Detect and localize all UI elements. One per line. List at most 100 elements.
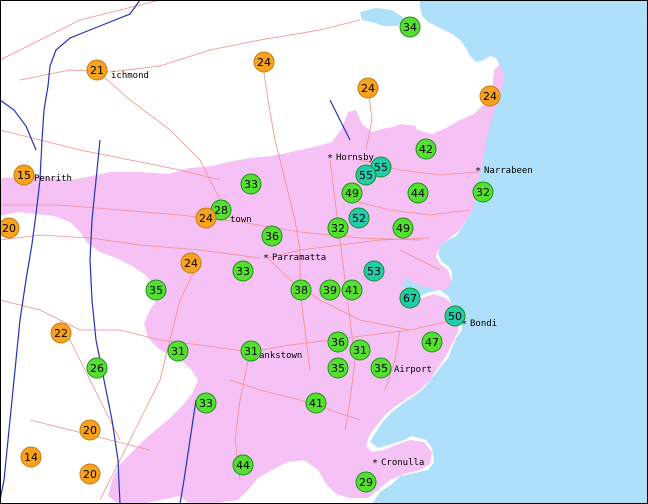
- reading-value: 35: [149, 284, 163, 297]
- reading-value: 28: [214, 204, 228, 217]
- reading-value: 52: [352, 212, 366, 225]
- reading-value: 55: [374, 161, 388, 174]
- reading-marker[interactable]: 36: [327, 331, 349, 353]
- reading-marker[interactable]: 34: [399, 16, 421, 38]
- reading-value: 24: [361, 82, 375, 95]
- reading-marker[interactable]: 33: [232, 260, 254, 282]
- reading-marker[interactable]: 36: [261, 225, 283, 247]
- reading-value: 50: [448, 310, 462, 323]
- reading-value: 20: [83, 424, 97, 437]
- reading-value: 20: [2, 222, 16, 235]
- reading-marker[interactable]: 24: [180, 252, 202, 274]
- reading-value: 44: [411, 187, 425, 200]
- reading-marker[interactable]: 32: [327, 217, 349, 239]
- reading-value: 36: [265, 230, 279, 243]
- reading-value: 24: [184, 257, 198, 270]
- reading-marker[interactable]: 35: [327, 357, 349, 379]
- reading-value: 41: [345, 284, 359, 297]
- reading-marker[interactable]: 22: [50, 322, 72, 344]
- reading-value: 32: [331, 222, 345, 235]
- place-label-penrith: Penrith: [34, 174, 72, 184]
- reading-marker[interactable]: 49: [341, 182, 363, 204]
- reading-marker[interactable]: 29: [355, 471, 377, 493]
- reading-marker[interactable]: 49: [392, 217, 414, 239]
- reading-marker[interactable]: 24: [253, 51, 275, 73]
- reading-value: 53: [367, 265, 381, 278]
- reading-value: 29: [359, 476, 373, 489]
- reading-marker[interactable]: 32: [472, 181, 494, 203]
- reading-value: 36: [331, 336, 345, 349]
- reading-marker[interactable]: 33: [195, 392, 217, 414]
- reading-value: 21: [90, 64, 104, 77]
- reading-value: 41: [309, 397, 323, 410]
- air-quality-map: ichmond Penrith town * Parramatta * Horn…: [0, 0, 648, 504]
- reading-value: 35: [331, 362, 345, 375]
- reading-marker[interactable]: 24: [479, 85, 501, 107]
- reading-value: 42: [419, 143, 433, 156]
- place-label-bankstown: ankstown: [259, 351, 302, 361]
- reading-marker[interactable]: 38: [290, 279, 312, 301]
- place-label-narrabeen: Narrabeen: [484, 166, 533, 176]
- reading-value: 39: [323, 284, 337, 297]
- reading-value: 44: [236, 459, 250, 472]
- reading-marker[interactable]: 31: [240, 340, 262, 362]
- reading-marker[interactable]: 47: [421, 331, 443, 353]
- reading-value: 49: [345, 187, 359, 200]
- place-label-hornsby: Hornsby: [336, 153, 375, 163]
- place-marker-cronulla: *: [372, 458, 378, 469]
- place-label-bondi: Bondi: [470, 319, 497, 329]
- reading-marker[interactable]: 26: [86, 357, 108, 379]
- reading-marker[interactable]: 14: [20, 446, 42, 468]
- reading-value: 38: [294, 284, 308, 297]
- reading-marker[interactable]: 20: [0, 217, 20, 239]
- reading-value: 33: [236, 265, 250, 278]
- place-marker-parramatta: *: [263, 253, 269, 264]
- reading-value: 47: [425, 336, 439, 349]
- place-label-blacktown: town: [230, 215, 252, 225]
- reading-value: 32: [476, 186, 490, 199]
- reading-marker[interactable]: 41: [305, 392, 327, 414]
- reading-value: 67: [403, 292, 417, 305]
- place-label-cronulla: Cronulla: [381, 458, 424, 468]
- reading-marker[interactable]: 35: [145, 279, 167, 301]
- reading-value: 31: [353, 344, 367, 357]
- reading-value: 24: [257, 56, 271, 69]
- reading-marker[interactable]: 31: [349, 339, 371, 361]
- reading-marker[interactable]: 20: [79, 463, 101, 485]
- reading-value: 24: [199, 212, 213, 225]
- reading-marker[interactable]: 21: [86, 59, 108, 81]
- reading-marker[interactable]: 33: [240, 173, 262, 195]
- reading-value: 33: [199, 397, 213, 410]
- place-label-parramatta: Parramatta: [272, 253, 326, 263]
- reading-value: 20: [83, 468, 97, 481]
- reading-marker[interactable]: 35: [370, 357, 392, 379]
- place-marker-hornsby: *: [327, 153, 333, 164]
- reading-marker[interactable]: 24: [357, 77, 379, 99]
- reading-marker[interactable]: 52: [348, 207, 370, 229]
- reading-marker[interactable]: 31: [167, 340, 189, 362]
- reading-marker[interactable]: 39: [319, 279, 341, 301]
- reading-marker[interactable]: 41: [341, 279, 363, 301]
- reading-value: 34: [403, 21, 417, 34]
- reading-value: 22: [54, 327, 68, 340]
- reading-marker[interactable]: 50: [444, 305, 466, 327]
- reading-marker[interactable]: 15: [13, 164, 35, 186]
- reading-marker[interactable]: 44: [407, 182, 429, 204]
- reading-value: 26: [90, 362, 104, 375]
- reading-marker[interactable]: 44: [232, 454, 254, 476]
- reading-marker[interactable]: 67: [399, 287, 421, 309]
- reading-value: 55: [359, 169, 373, 182]
- reading-marker[interactable]: 24: [195, 207, 217, 229]
- place-marker-narrabeen: *: [475, 166, 481, 177]
- reading-value: 14: [24, 451, 38, 464]
- reading-value: 15: [17, 169, 31, 182]
- reading-value: 49: [396, 222, 410, 235]
- reading-value: 31: [171, 345, 185, 358]
- place-label-richmond: ichmond: [111, 71, 149, 81]
- reading-marker[interactable]: 20: [79, 419, 101, 441]
- reading-value: 33: [244, 178, 258, 191]
- reading-marker[interactable]: 53: [363, 260, 385, 282]
- reading-value: 35: [374, 362, 388, 375]
- reading-marker[interactable]: 42: [415, 138, 437, 160]
- reading-marker[interactable]: 55: [355, 164, 377, 186]
